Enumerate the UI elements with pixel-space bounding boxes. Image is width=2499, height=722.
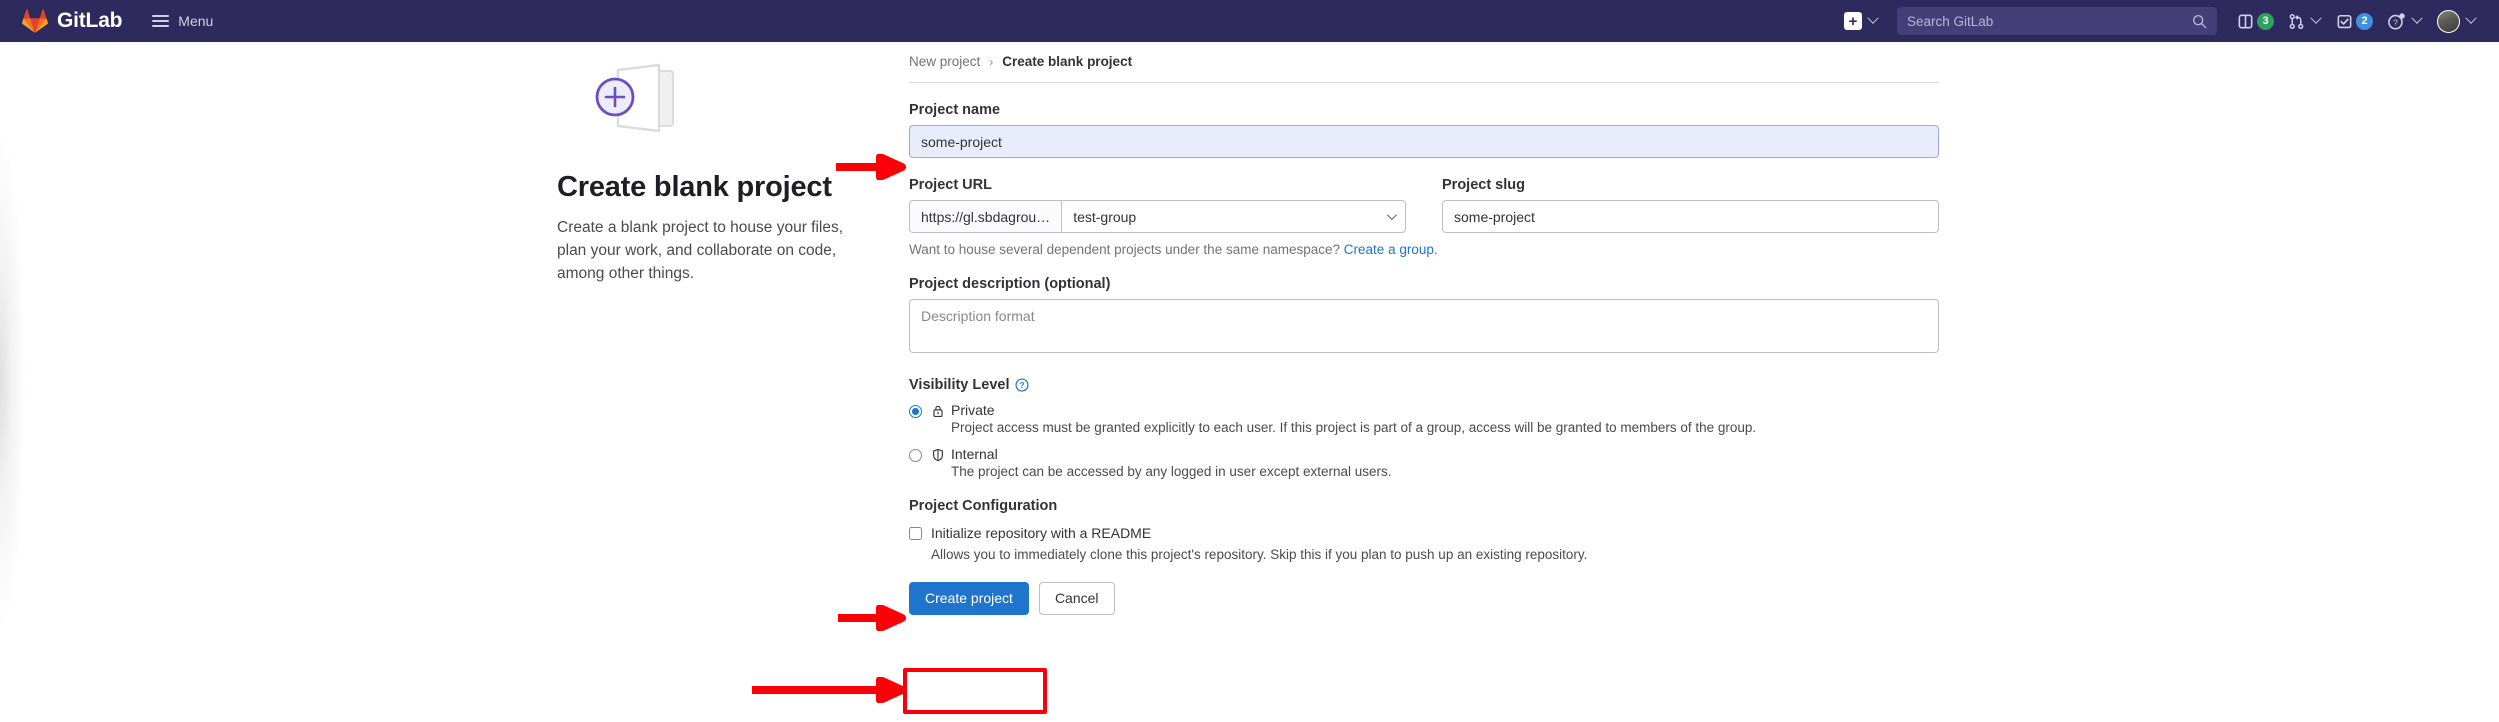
visibility-level-label: Visibility Level ? [909,377,1939,393]
internal-option-description: The project can be accessed by any logge… [951,464,1392,479]
chevron-down-icon [2465,12,2477,24]
todo-checkbox-icon [2337,14,2352,28]
chevron-down-icon [2310,12,2322,24]
search-icon [2192,14,2207,28]
project-name-input[interactable] [909,125,1939,158]
gitlab-logo-icon[interactable] [22,8,57,34]
arrow-to-readme-checkbox [838,605,906,631]
readme-checkbox-row[interactable]: Initialize repository with a README [909,525,1939,541]
namespace-select[interactable]: test-group [1061,200,1406,233]
navbar-left-group: GitLab Menu [22,8,213,34]
project-configuration-label: Project Configuration [909,498,1058,514]
create-a-group-link[interactable]: Create a group. [1344,242,1438,257]
url-slug-row: Project URL https://gl.sbdagrou… test-gr… [909,177,1939,233]
project-name-group: Project name [909,102,1939,158]
help-question-icon: ? [2388,12,2405,29]
internal-option-name: Internal [951,446,998,462]
form-actions: Create project Cancel [909,582,1939,615]
cancel-button[interactable]: Cancel [1038,582,1115,615]
help-button[interactable]: ? [2387,12,2423,31]
merge-requests-button[interactable] [2288,12,2322,30]
new-dropdown-button[interactable]: + [1844,12,1879,30]
project-description-group: Project description (optional) [909,276,1939,358]
breadcrumb-parent[interactable]: New project [909,54,980,69]
main-menu-button[interactable]: Menu [152,13,213,29]
namespace-helper-text: Want to house several dependent projects… [909,242,1939,257]
blank-project-illustration [595,63,674,133]
issues-count-badge: 3 [2257,12,2274,30]
search-input[interactable]: Search GitLab [1897,7,2217,35]
page-title: Create blank project [557,171,832,203]
chevron-down-icon [1867,12,1879,24]
project-name-label: Project name [909,102,1001,118]
internal-radio[interactable] [909,449,922,462]
visibility-level-text: Visibility Level [909,377,1010,393]
hamburger-icon [152,15,170,27]
breadcrumb-separator: › [989,54,994,69]
project-configuration-group: Project Configuration Initialize reposit… [909,498,1939,562]
arrow-to-create-project-button [752,677,906,703]
search-placeholder: Search GitLab [1907,13,1994,29]
internal-radio-row: Internal [909,446,1939,462]
menu-label: Menu [178,13,214,29]
plus-square-icon: + [1844,12,1862,30]
create-project-button-highlight [903,668,1047,714]
private-option-description: Project access must be granted explicitl… [951,420,1757,435]
project-description-textarea[interactable] [909,299,1939,353]
project-url-prefix: https://gl.sbdagrou… [909,200,1062,233]
visibility-option-private[interactable]: Private Project access must be granted e… [909,402,1939,435]
merge-request-icon [2289,13,2304,29]
svg-text:?: ? [2393,17,2398,27]
avatar [2437,9,2460,33]
project-slug-group: Project slug [1442,177,1939,233]
private-radio[interactable] [909,405,922,418]
project-url-label: Project URL [909,177,992,193]
svg-text:?: ? [1020,381,1025,390]
question-circle-icon[interactable]: ? [1015,378,1030,392]
project-url-input-group: https://gl.sbdagrou… test-group [909,200,1406,233]
project-slug-input[interactable] [1442,200,1939,233]
gitlab-wordmark[interactable]: GitLab [57,9,122,33]
todos-button[interactable]: 2 [2336,12,2373,30]
todos-count-badge: 2 [2356,12,2373,30]
readme-description: Allows you to immediately clone this pro… [931,547,1588,562]
namespace-helper-label: Want to house several dependent projects… [909,242,1341,257]
collapsed-sidebar-shadow [0,42,38,722]
breadcrumb-current: Create blank project [1002,54,1133,69]
create-project-form: New project › Create blank project Proje… [909,54,1939,615]
private-radio-row: Private [909,402,1939,418]
issues-button[interactable]: 3 [2237,12,2274,30]
private-option-name: Private [951,402,995,418]
create-project-button[interactable]: Create project [909,582,1029,615]
readme-checkbox[interactable] [909,526,922,540]
chevron-down-icon [1386,210,1397,221]
namespace-selected-value: test-group [1073,208,1137,225]
project-description-label: Project description (optional) [909,276,1111,292]
navbar-right-group: + Search GitLab 3 2 ? [1830,7,2477,35]
project-url-group: Project URL https://gl.sbdagrou… test-gr… [909,177,1406,233]
visibility-group: Visibility Level ? Private Project acces… [909,377,1939,479]
issues-list-icon [2238,14,2253,28]
project-slug-label: Project slug [1442,177,1525,193]
lock-icon [933,405,943,417]
user-menu-button[interactable] [2437,9,2477,33]
top-navbar: GitLab Menu + Search GitLab 3 2 ? [0,0,2499,42]
blank-project-aside: Create blank project Create a blank proj… [557,57,867,285]
page-description: Create a blank project to house your fil… [557,219,844,282]
breadcrumb: New project › Create blank project [909,54,1939,83]
readme-checkbox-label: Initialize repository with a README [931,525,1152,541]
shield-icon [933,448,943,462]
visibility-option-internal[interactable]: Internal The project can be accessed by … [909,446,1939,479]
chevron-down-icon [2411,12,2423,24]
